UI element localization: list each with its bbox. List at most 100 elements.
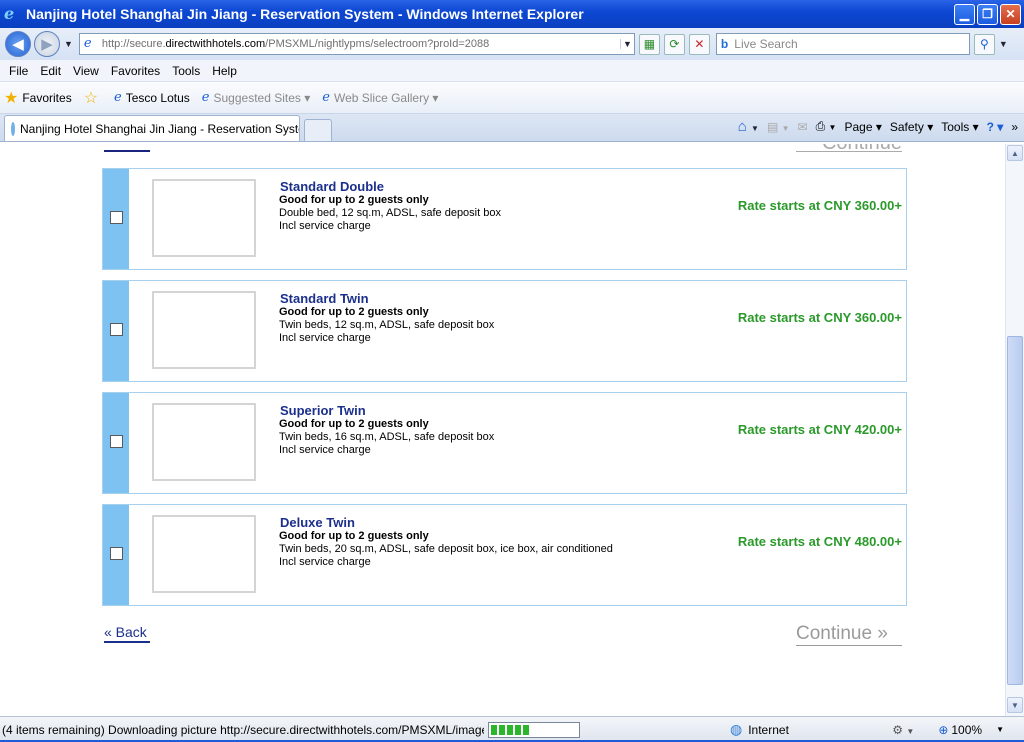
- room-guests: Good for up to 2 guests only: [279, 418, 429, 430]
- room-guests: Good for up to 2 guests only: [279, 194, 429, 206]
- zoom-dropdown-icon[interactable]: ▼: [996, 725, 1004, 734]
- refresh-icon[interactable]: ⟳: [663, 33, 685, 55]
- address-field[interactable]: e http://secure.directwithhotels.com/PMS…: [78, 33, 635, 55]
- vertical-scrollbar[interactable]: ▲ ▼: [1005, 144, 1024, 716]
- search-icon[interactable]: ⚲: [973, 33, 995, 55]
- scrollbar-thumb[interactable]: [1007, 336, 1023, 685]
- compatibility-view-icon[interactable]: ▦: [638, 33, 660, 55]
- zoom-icon: ⊕: [938, 722, 949, 737]
- favorites-button[interactable]: ★ Favorites: [4, 88, 72, 108]
- room-photo-placeholder: [152, 403, 256, 481]
- top-back-link-fragment[interactable]: [104, 144, 150, 152]
- room-service-note: Incl service charge: [279, 556, 371, 568]
- room-description: Twin beds, 12 sq.m, ADSL, safe deposit b…: [279, 319, 495, 331]
- progress-segment: [523, 724, 529, 735]
- room-guests: Good for up to 2 guests only: [279, 530, 429, 542]
- home-icon[interactable]: ⌂ ▼: [738, 118, 759, 135]
- menu-bar: File Edit View Favorites Tools Help: [0, 60, 1024, 82]
- status-message: (4 items remaining) Downloading picture …: [2, 722, 484, 737]
- favorite-tesco-lotus[interactable]: e Tesco Lotus: [114, 90, 190, 105]
- room-name[interactable]: Deluxe Twin: [280, 515, 355, 530]
- help-icon[interactable]: ? ▾: [987, 120, 1004, 134]
- room-description: Twin beds, 20 sq.m, ADSL, safe deposit b…: [279, 543, 613, 555]
- print-icon[interactable]: ⎙ ▼: [816, 119, 837, 134]
- tools-menu[interactable]: Tools ▾: [941, 120, 978, 134]
- feeds-icon[interactable]: ▤ ▼: [767, 120, 790, 134]
- tab-reservation-system[interactable]: Nanjing Hotel Shanghai Jin Jiang - Reser…: [4, 115, 300, 141]
- scroll-up-arrow-icon[interactable]: ▲: [1007, 145, 1023, 161]
- back-link[interactable]: « Back: [104, 624, 150, 643]
- room-photo-placeholder: [152, 515, 256, 593]
- minimize-button[interactable]: ▁: [954, 3, 975, 25]
- internet-explorer-icon: e: [4, 4, 15, 23]
- address-dropdown[interactable]: ▼: [619, 39, 634, 49]
- close-button[interactable]: ✕: [1000, 3, 1021, 25]
- room-checkbox[interactable]: [110, 435, 123, 448]
- stop-icon[interactable]: ✕: [688, 33, 710, 55]
- search-box[interactable]: b Live Search: [715, 33, 970, 55]
- room-name[interactable]: Superior Twin: [280, 403, 366, 418]
- page-viewport: Continue Standard Double Good for up to …: [0, 144, 1005, 716]
- room-service-note: Incl service charge: [279, 220, 371, 232]
- room-description: Twin beds, 16 sq.m, ADSL, safe deposit b…: [279, 431, 495, 443]
- menu-tools[interactable]: Tools: [172, 64, 200, 78]
- zoom-control[interactable]: ⚙ ▼ ⊕ 100% ▼: [892, 723, 1004, 737]
- top-continue-link-fragment[interactable]: Continue: [796, 144, 902, 152]
- zoom-level: 100%: [951, 722, 983, 737]
- safety-menu[interactable]: Safety ▾: [890, 120, 933, 134]
- room-card: Standard Double Good for up to 2 guests …: [102, 168, 907, 270]
- progress-segment: [499, 724, 505, 735]
- page-menu[interactable]: Page ▾: [844, 120, 881, 134]
- add-favorite-button[interactable]: ☆: [84, 88, 102, 108]
- security-zone[interactable]: ◍ Internet: [730, 721, 789, 738]
- room-name[interactable]: Standard Twin: [280, 291, 369, 306]
- room-name[interactable]: Standard Double: [280, 179, 384, 194]
- maximize-button[interactable]: ❐: [977, 3, 998, 25]
- add-favorite-icon: ☆: [83, 89, 99, 107]
- scroll-down-arrow-icon[interactable]: ▼: [1007, 697, 1023, 713]
- favorite-web-slice-gallery[interactable]: e Web Slice Gallery ▾: [322, 90, 438, 105]
- room-photo-placeholder: [152, 291, 256, 369]
- ie-page-icon: e: [114, 90, 122, 105]
- room-card: Superior Twin Good for up to 2 guests on…: [102, 392, 907, 494]
- menu-view[interactable]: View: [73, 64, 99, 78]
- menu-edit[interactable]: Edit: [40, 64, 61, 78]
- ie-page-icon: e: [322, 90, 330, 105]
- room-checkbox[interactable]: [110, 211, 123, 224]
- globe-icon: ◍: [730, 721, 743, 737]
- status-bar: (4 items remaining) Downloading picture …: [0, 716, 1024, 742]
- search-input[interactable]: Live Search: [734, 37, 797, 51]
- forward-arrow-button[interactable]: ▶: [34, 31, 60, 57]
- command-bar: ⌂ ▼ ▤ ▼ ✉ ⎙ ▼ Page ▾ Safety ▾ Tools ▾ ? …: [730, 118, 1018, 135]
- room-card: Deluxe Twin Good for up to 2 guests only…: [102, 504, 907, 606]
- continue-link[interactable]: Continue »: [796, 623, 902, 646]
- recent-pages-dropdown[interactable]: ▼: [64, 39, 73, 49]
- search-options-dropdown[interactable]: ▼: [999, 39, 1008, 49]
- room-rate: Rate starts at CNY 360.00+: [737, 310, 902, 325]
- back-arrow-button[interactable]: ◀: [5, 31, 31, 57]
- room-description: Double bed, 12 sq.m, ADSL, safe deposit …: [279, 207, 501, 219]
- menu-help[interactable]: Help: [212, 64, 237, 78]
- favorite-suggested-sites[interactable]: e Suggested Sites ▾: [202, 90, 310, 105]
- favorites-bar: ★ Favorites ☆ e Tesco Lotus e Suggested …: [0, 82, 1024, 114]
- room-rate: Rate starts at CNY 360.00+: [737, 198, 902, 213]
- room-rate: Rate starts at CNY 420.00+: [737, 422, 902, 437]
- room-photo-placeholder: [152, 179, 256, 257]
- progress-segment: [491, 724, 497, 735]
- bing-icon: b: [720, 37, 729, 51]
- page-icon: e: [83, 36, 92, 51]
- room-checkbox[interactable]: [110, 547, 123, 560]
- ie-page-icon: e: [201, 90, 210, 105]
- window-title-bar: e Nanjing Hotel Shanghai Jin Jiang - Res…: [0, 0, 1024, 28]
- room-service-note: Incl service charge: [279, 444, 371, 456]
- address-text[interactable]: http://secure.directwithhotels.com/PMSXM…: [102, 38, 620, 50]
- mail-icon[interactable]: ✉: [798, 120, 808, 134]
- room-rate: Rate starts at CNY 480.00+: [737, 534, 902, 549]
- menu-file[interactable]: File: [9, 64, 28, 78]
- room-checkbox[interactable]: [110, 323, 123, 336]
- window-title: Nanjing Hotel Shanghai Jin Jiang - Reser…: [26, 6, 584, 22]
- menu-favorites[interactable]: Favorites: [111, 64, 160, 78]
- protected-mode-icon[interactable]: ⚙ ▼: [892, 723, 914, 737]
- new-tab-button[interactable]: [304, 119, 332, 141]
- chevron-more-icon[interactable]: »: [1011, 120, 1018, 134]
